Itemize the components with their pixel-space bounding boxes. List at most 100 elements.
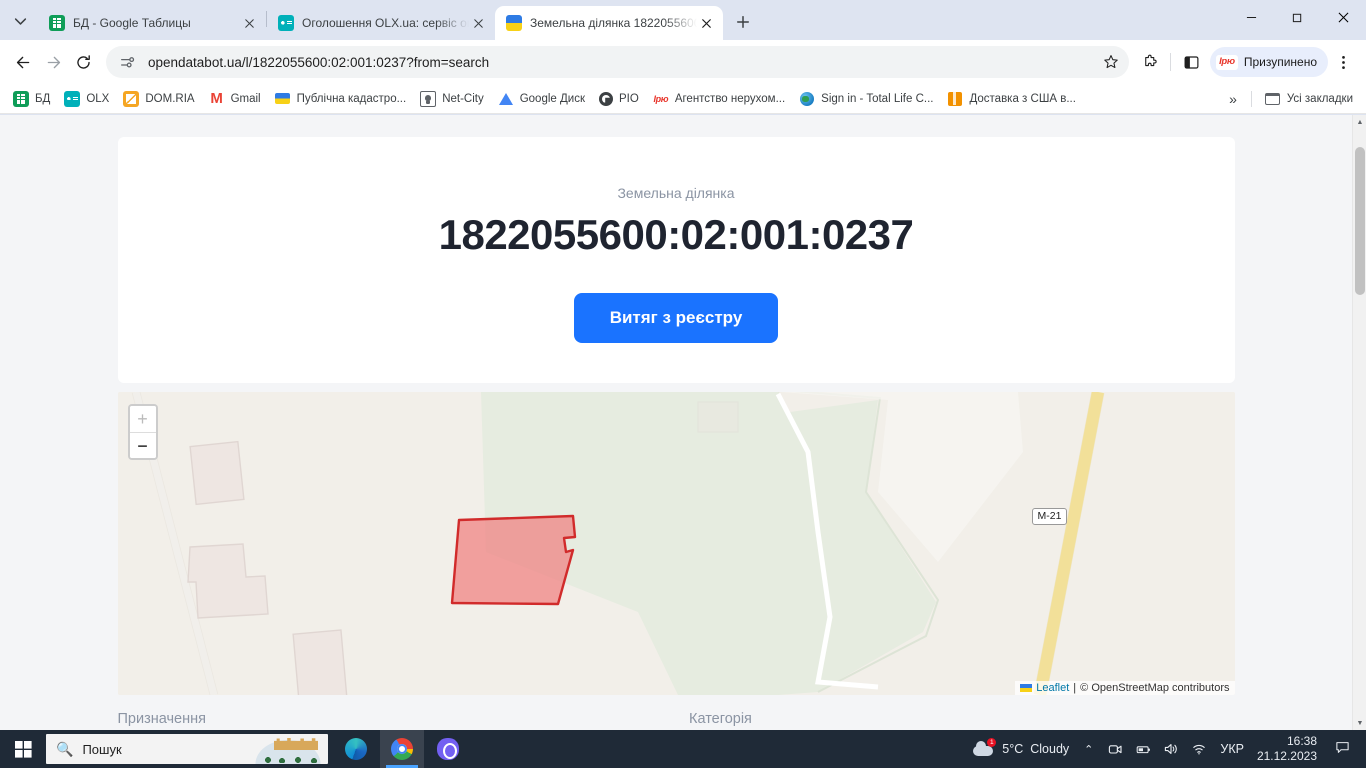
edge-icon (345, 738, 367, 760)
taskbar-app-viber[interactable] (426, 730, 470, 768)
tab-1[interactable]: Оголошення OLX.ua: сервіс ог (267, 6, 495, 40)
notification-icon (1336, 742, 1349, 753)
back-button[interactable] (8, 47, 38, 77)
scrollbar-thumb[interactable] (1355, 147, 1365, 295)
taskbar-app-edge[interactable] (334, 730, 378, 768)
map-zoom-in-button[interactable]: + (129, 406, 156, 432)
taskbar-app-chrome[interactable] (380, 730, 424, 768)
start-button[interactable] (0, 730, 46, 768)
maximize-button[interactable] (1274, 0, 1320, 34)
bookmark-item-domria[interactable]: DOM.RIA (116, 87, 201, 111)
close-icon (1338, 12, 1348, 22)
ukraine-flag-icon (1020, 684, 1033, 692)
wifi-icon (1193, 744, 1206, 755)
ukraine-flag-icon (506, 15, 522, 31)
tab-close-button[interactable] (240, 14, 258, 32)
taskbar-clock[interactable]: 16:38 21.12.2023 (1251, 734, 1325, 764)
site-settings-icon[interactable] (114, 49, 140, 75)
bookmark-item-olx[interactable]: OLX (57, 87, 116, 111)
arrow-right-icon (47, 56, 60, 68)
attribution-separator: | (1073, 682, 1077, 694)
bookmark-label: БД (35, 92, 51, 105)
clock-time: 16:38 (1286, 734, 1317, 748)
tray-camera-icon[interactable] (1101, 741, 1129, 757)
close-window-button[interactable] (1320, 0, 1366, 34)
windows-taskbar: 🔍 Пошук 1 5°C Cloudy ⌃ УКР 16:38 21.12.2… (0, 730, 1366, 768)
bookmark-item-bd[interactable]: БД (6, 87, 57, 111)
bookmark-item-agency[interactable]: Ірю Агентство нерухом... (646, 87, 792, 111)
bookmark-label: PIO (619, 92, 639, 105)
tray-wifi-icon[interactable] (1185, 741, 1213, 757)
bookmark-label: Google Диск (519, 92, 585, 105)
weather-condition: Cloudy (1030, 742, 1070, 756)
taskbar-apps (334, 730, 470, 768)
map-zoom-controls[interactable]: + − (127, 404, 158, 460)
arrow-left-icon (16, 56, 29, 68)
parcel-map[interactable]: + − M-21 Leaflet | © OpenStreetMap contr… (117, 392, 1235, 695)
chrome-menu-button[interactable] (1328, 47, 1358, 77)
bookmarks-separator (1250, 90, 1252, 107)
parcel-polygon[interactable] (450, 514, 576, 606)
leaflet-link[interactable]: Leaflet (1036, 682, 1069, 694)
tab-title: БД - Google Таблицы (73, 16, 191, 30)
side-panel-button[interactable] (1176, 47, 1206, 77)
tray-battery-icon[interactable] (1129, 741, 1157, 757)
tab-close-button[interactable] (697, 14, 715, 32)
bookmark-item-drive[interactable]: Google Диск (491, 87, 592, 111)
clock-date: 21.12.2023 (1256, 749, 1317, 763)
google-sheets-icon (13, 90, 29, 107)
bookmarks-overflow-button[interactable]: » (1221, 87, 1245, 111)
bookmark-item-kadastr[interactable]: Публічна кадастро... (268, 87, 414, 111)
bookmark-item-delivery[interactable]: Доставка з США в... (940, 87, 1082, 111)
new-tab-button[interactable] (729, 8, 757, 36)
reload-button[interactable] (68, 47, 98, 77)
language-indicator[interactable]: УКР (1213, 730, 1251, 768)
registry-extract-button[interactable]: Витяг з реєстру (573, 293, 779, 343)
tray-overflow-button[interactable]: ⌃ (1076, 743, 1101, 756)
tab-0[interactable]: БД - Google Таблицы (38, 6, 266, 40)
weather-widget[interactable]: 1 5°C Cloudy (966, 730, 1076, 768)
forward-button[interactable] (38, 47, 68, 77)
bookmark-item-gmail[interactable]: M Gmail (202, 87, 268, 111)
tray-volume-icon[interactable] (1157, 741, 1185, 757)
cadastral-number: 1822055600:02:001:0237 (438, 211, 914, 258)
battery-icon (1137, 746, 1151, 754)
tab-search-button[interactable] (6, 7, 34, 35)
all-bookmarks-label: Усі закладки (1286, 92, 1353, 105)
field-label-category: Категорія (689, 711, 752, 727)
notification-center-button[interactable] (1325, 740, 1360, 758)
bookmark-label: Публічна кадастро... (296, 92, 407, 105)
map-canvas (117, 392, 1235, 695)
scroll-down-arrow[interactable]: ▼ (1353, 716, 1366, 730)
system-tray: 1 5°C Cloudy ⌃ УКР 16:38 21.12.2023 (966, 730, 1366, 768)
scroll-up-arrow[interactable]: ▲ (1353, 115, 1366, 129)
close-icon (701, 18, 711, 28)
address-bar[interactable]: opendatabot.ua/l/1822055600:02:001:0237?… (106, 46, 1130, 78)
chrome-icon (391, 738, 413, 760)
search-illustration (250, 736, 326, 764)
bookmark-item-totallife[interactable]: Sign in - Total Life C... (792, 87, 940, 111)
taskbar-search-box[interactable]: 🔍 Пошук (46, 734, 328, 764)
profile-logo: Ірю (1216, 54, 1238, 70)
search-placeholder: Пошук (82, 741, 122, 757)
bookmark-button[interactable] (1097, 48, 1125, 76)
google-drive-icon (498, 91, 514, 107)
bookmark-label: Доставка з США в... (969, 92, 1076, 105)
tab-close-button[interactable] (469, 14, 487, 32)
minimize-button[interactable] (1228, 0, 1274, 34)
bookmark-item-pio[interactable]: PIO (592, 88, 646, 110)
map-zoom-out-button[interactable]: − (129, 432, 156, 458)
bookmark-item-netcity[interactable]: Net-City (413, 87, 491, 111)
package-icon (947, 91, 963, 107)
page-content: Земельна ділянка 1822055600:02:001:0237 … (0, 137, 1352, 727)
page-subtitle: Земельна ділянка (617, 185, 735, 201)
extensions-button[interactable] (1135, 47, 1165, 77)
tab-2[interactable]: Земельна ділянка 1822055600 (495, 6, 723, 40)
page-scrollbar[interactable]: ▲ ▼ (1352, 115, 1366, 730)
url-text[interactable]: opendatabot.ua/l/1822055600:02:001:0237?… (148, 55, 1097, 70)
map-attribution: Leaflet | © OpenStreetMap contributors (1015, 681, 1235, 695)
all-bookmarks-button[interactable]: Усі закладки (1258, 87, 1360, 111)
profile-paused-chip[interactable]: Ірю Призупинено (1210, 47, 1328, 77)
olx-icon (278, 15, 294, 31)
chevron-down-icon (14, 17, 26, 25)
